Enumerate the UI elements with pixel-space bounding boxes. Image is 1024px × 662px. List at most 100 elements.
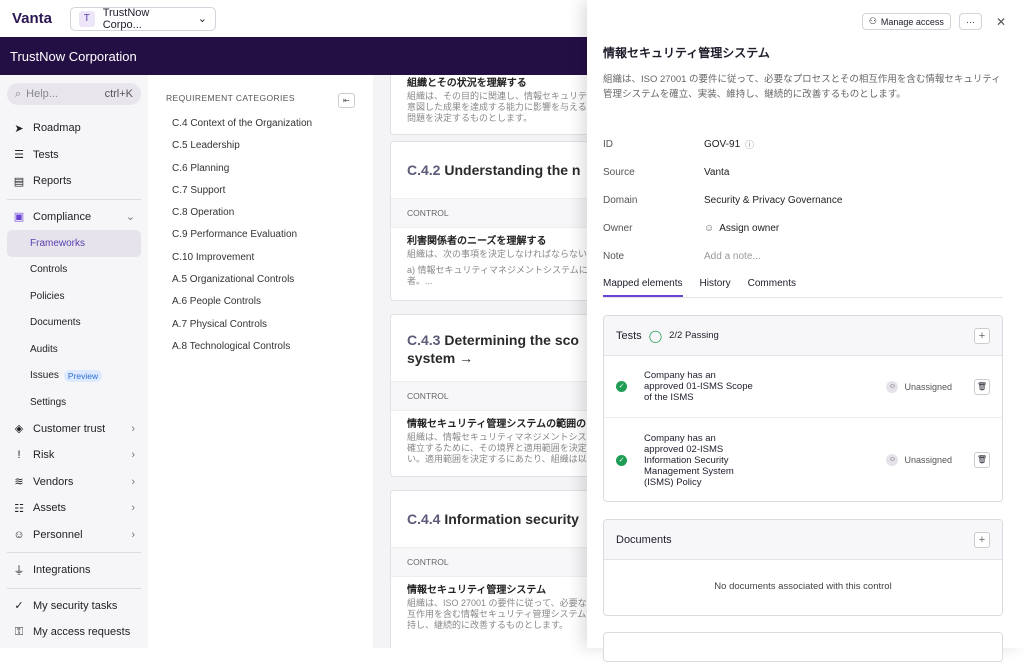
- tasks-icon: ✓: [14, 600, 24, 613]
- divider: [7, 198, 141, 200]
- desc-line: 組織は、その目的に関連し、情報セキュリティ: [407, 91, 596, 101]
- close-icon[interactable]: ✕: [996, 15, 1006, 29]
- requirement-card[interactable]: C.4.3 Determining the sco system → CONTRO…: [390, 314, 598, 477]
- nav-audits[interactable]: Audits: [7, 336, 141, 363]
- assignee[interactable]: ☺ Unassigned: [886, 454, 952, 466]
- requirement-name: system →: [407, 350, 474, 366]
- tests-label: Tests: [616, 329, 642, 342]
- category-item[interactable]: A.8 Technological Controls: [166, 341, 355, 363]
- tab-history[interactable]: History: [700, 278, 731, 297]
- next-section: [603, 632, 1003, 662]
- requirements-list: 組織とその状況を理解する 組織は、その目的に関連し、情報セキュリティ 意図した成果を…: [373, 75, 598, 648]
- category-item[interactable]: A.5 Organizational Controls: [166, 274, 355, 296]
- requirement-title[interactable]: C.4.4 Information security: [391, 491, 598, 547]
- category-item[interactable]: C.7 Support: [166, 185, 355, 207]
- category-item[interactable]: C.8 Operation: [166, 207, 355, 229]
- category-item[interactable]: C.6 Planning: [166, 163, 355, 185]
- chevron-right-icon: ›: [131, 475, 135, 488]
- note-input[interactable]: Add a note...: [704, 251, 761, 262]
- nav-documents[interactable]: Documents: [7, 310, 141, 337]
- categories-heading: REQUIREMENT CATEGORIES: [166, 93, 295, 103]
- assignee-label: Unassigned: [904, 381, 952, 392]
- vanta-logo[interactable]: Vanta: [12, 10, 70, 27]
- chevron-down-icon: ⌄: [197, 13, 207, 25]
- tests-status: 2/2 Passing: [669, 330, 719, 341]
- add-test-button[interactable]: +: [974, 327, 990, 344]
- nav-policies[interactable]: Policies: [7, 283, 141, 310]
- desc-line: 意図した成果を達成する能力に影響を与える外: [407, 102, 596, 112]
- people-icon: ⚇: [868, 16, 877, 26]
- trash-icon[interactable]: 🗑: [974, 452, 990, 468]
- nav-compliance[interactable]: ▣ Compliance ⌄: [7, 204, 141, 231]
- nav-customer-trust[interactable]: ◈ Customer trust ›: [7, 416, 141, 443]
- nav-my-security-tasks[interactable]: ✓ My security tasks: [7, 593, 141, 620]
- nav-tests[interactable]: ☰ Tests: [7, 142, 141, 169]
- help-search[interactable]: ⌕ Help... ctrl+K: [7, 83, 141, 105]
- button-label: Manage access: [880, 16, 944, 27]
- manage-access-button[interactable]: ⚇ Manage access: [861, 13, 951, 30]
- prop-key: Source: [603, 166, 635, 178]
- prop-note: Note Add a note...: [603, 242, 1003, 270]
- assignee[interactable]: ☺ Unassigned: [886, 380, 952, 393]
- assignee-label: Unassigned: [904, 455, 952, 465]
- control-description[interactable]: 情報セキュリティ管理システム 組織は、ISO 27001 の要件に従って、必要なプ…: [391, 577, 598, 639]
- nav-label: My security tasks: [33, 599, 118, 612]
- tab-comments[interactable]: Comments: [748, 278, 796, 297]
- nav-risk[interactable]: ! Risk ›: [7, 442, 141, 469]
- nav-settings[interactable]: Settings: [7, 389, 141, 416]
- assign-owner-button[interactable]: Assign owner: [719, 223, 779, 234]
- user-icon: ☺: [886, 380, 899, 393]
- check-icon: ✓: [616, 381, 627, 392]
- nav-label: Vendors: [33, 475, 74, 488]
- nav-label: Integrations: [33, 564, 91, 577]
- nav-label: Tests: [33, 148, 59, 161]
- control-description[interactable]: 利害関係者のニーズを理解する 組織は、次の事項を決定しなければならない。 a) 情報…: [391, 228, 598, 295]
- category-item[interactable]: A.6 People Controls: [166, 296, 355, 318]
- requirement-title[interactable]: C.4.2 Understanding the n: [391, 142, 598, 198]
- compliance-icon: ▣: [13, 211, 25, 224]
- more-options-button[interactable]: ···: [958, 13, 982, 30]
- category-item[interactable]: C.4 Context of the Organization: [166, 118, 355, 140]
- category-item[interactable]: C.5 Leadership: [166, 140, 355, 162]
- control-description[interactable]: 情報セキュリティ管理システムの範囲の 組織は、情報セキュリティマネジメントシステ確…: [391, 411, 598, 473]
- requirement-code: C.4.4: [407, 511, 441, 527]
- requirement-card[interactable]: C.4.2 Understanding the n CONTROL 利害関係者の…: [390, 141, 598, 301]
- requirement-card[interactable]: C.4.4 Information security CONTROL 情報セキュ…: [390, 490, 598, 648]
- nav-my-access-requests[interactable]: ⚿ My access requests: [7, 619, 141, 646]
- nav-issues[interactable]: Issues Preview: [7, 363, 141, 390]
- test-row[interactable]: ✓ Company has an approved 01-ISMS Scope o…: [604, 356, 1002, 418]
- trash-icon[interactable]: 🗑: [974, 378, 990, 395]
- desc-line: 組織は、ISO 27001 の要件に従って、必要なプ: [407, 598, 596, 608]
- user-icon: ☺: [704, 222, 715, 234]
- nav-roadmap[interactable]: ➤ Roadmap: [7, 115, 141, 142]
- category-item[interactable]: C.10 Improvement: [166, 252, 355, 274]
- risk-icon: !: [17, 449, 21, 462]
- category-item[interactable]: C.9 Performance Evaluation: [166, 229, 355, 251]
- org-selector[interactable]: T TrustNow Corpo... ⌄: [70, 6, 216, 31]
- requirement-card[interactable]: 組織とその状況を理解する 組織は、その目的に関連し、情報セキュリティ 意図した成果を…: [390, 75, 598, 135]
- add-document-button[interactable]: +: [974, 531, 990, 548]
- nav-label: Issues: [30, 370, 59, 382]
- test-row[interactable]: ✓ Company has an approved 02-ISMS Informa…: [604, 418, 1002, 501]
- category-item[interactable]: A.7 Physical Controls: [166, 319, 355, 341]
- vendors-icon: ≋: [14, 476, 24, 489]
- passing-icon: ◯: [648, 328, 663, 343]
- desc-line: 組織は、情報セキュリティマネジメントシステ: [407, 432, 596, 442]
- nav-vendors[interactable]: ≋ Vendors ›: [7, 469, 141, 496]
- requirement-code: C.4.3: [407, 332, 441, 348]
- check-icon: ✓: [616, 454, 627, 466]
- nav-assets[interactable]: ☷ Assets ›: [7, 495, 141, 522]
- nav-frameworks[interactable]: Frameworks: [7, 230, 141, 257]
- collapse-icon[interactable]: ⇤: [338, 93, 355, 108]
- requirement-title[interactable]: C.4.3 Determining the sco system →: [391, 315, 598, 381]
- nav-controls[interactable]: Controls: [7, 257, 141, 284]
- nav-integrations[interactable]: ⏚ Integrations: [7, 557, 141, 584]
- nav-personnel[interactable]: ☺ Personnel ›: [7, 522, 141, 549]
- test-name[interactable]: Company has an approved 02-ISMS Informat…: [644, 433, 754, 488]
- requirement-categories: REQUIREMENT CATEGORIES ⇤ C.4 Context of t…: [148, 75, 373, 648]
- tab-mapped-elements[interactable]: Mapped elements: [603, 278, 683, 297]
- nav-label: Reports: [33, 175, 72, 188]
- nav-label: Customer trust: [33, 422, 106, 435]
- nav-reports[interactable]: ▤ Reports: [7, 168, 141, 195]
- test-name[interactable]: Company has an approved 01-ISMS Scope of…: [644, 370, 754, 403]
